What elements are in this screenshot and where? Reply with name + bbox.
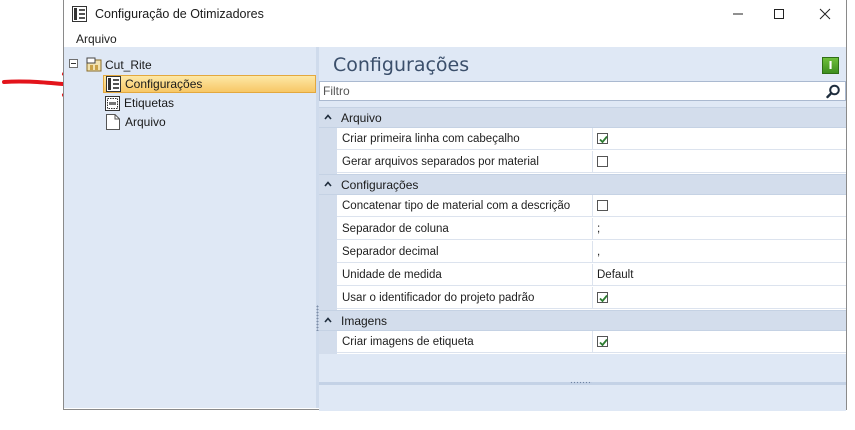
property-value[interactable]: ; bbox=[593, 218, 846, 240]
property-row[interactable]: Unidade de medida Default bbox=[319, 264, 846, 287]
property-value bbox=[593, 128, 846, 150]
property-value bbox=[593, 151, 846, 173]
property-value bbox=[593, 287, 846, 309]
close-button[interactable] bbox=[802, 0, 848, 28]
tree-item-etiquetas[interactable]: Etiquetas bbox=[105, 94, 174, 112]
property-group-label: Configurações bbox=[341, 178, 419, 192]
title-bar: Configuração de Otimizadores bbox=[64, 0, 846, 28]
chevron-up-icon[interactable] bbox=[324, 114, 332, 120]
menu-bar: Arquivo bbox=[64, 29, 846, 47]
checkbox-unchecked[interactable] bbox=[597, 156, 608, 167]
description-panel bbox=[319, 381, 846, 411]
property-name: Separador decimal bbox=[337, 241, 593, 263]
property-row[interactable]: Concatenar tipo de material com a descri… bbox=[319, 195, 846, 218]
checkmark-icon bbox=[599, 338, 608, 347]
properties-panel: Configurações I Arquivo Criar primeira li… bbox=[319, 47, 846, 411]
maximize-button[interactable] bbox=[756, 0, 802, 28]
property-value bbox=[593, 195, 846, 217]
property-name: Usar o identificador do projeto padrão bbox=[337, 287, 593, 309]
window-title: Configuração de Otimizadores bbox=[95, 7, 264, 21]
row-gutter bbox=[319, 287, 337, 310]
property-group-header[interactable]: Imagens bbox=[319, 310, 846, 331]
tree-item-arquivo[interactable]: Arquivo bbox=[106, 113, 166, 131]
app-window: Configuração de Otimizadores Arquivo Cut… bbox=[63, 0, 847, 411]
settings-doc-icon bbox=[106, 76, 121, 92]
property-value[interactable]: Default bbox=[593, 264, 846, 286]
filter-input[interactable] bbox=[323, 83, 813, 99]
cutrite-app-icon bbox=[86, 57, 102, 72]
description-splitter-grip[interactable] bbox=[570, 381, 592, 384]
row-gutter bbox=[319, 128, 337, 151]
tree-label-cut-rite: Cut_Rite bbox=[105, 58, 152, 72]
row-gutter bbox=[319, 241, 337, 264]
property-group-label: Arquivo bbox=[341, 111, 382, 125]
property-name: Gerar arquivos separados por material bbox=[337, 151, 593, 173]
checkmark-icon bbox=[599, 294, 608, 303]
checkbox-checked[interactable] bbox=[597, 292, 608, 303]
search-icon[interactable] bbox=[826, 84, 841, 99]
property-value bbox=[593, 331, 846, 353]
file-icon bbox=[106, 114, 120, 130]
property-name: Criar imagens de etiqueta bbox=[337, 331, 593, 353]
tree-panel: Cut_Rite Configurações Etiquetas Arquivo bbox=[64, 47, 317, 408]
page-title: Configurações bbox=[333, 54, 470, 76]
filter-box bbox=[319, 81, 846, 101]
property-row[interactable]: Gerar arquivos separados por material bbox=[319, 151, 846, 174]
tree-label-etiquetas: Etiquetas bbox=[124, 96, 175, 110]
checkmark-icon bbox=[599, 135, 608, 144]
maximize-icon bbox=[774, 9, 784, 19]
chevron-up-icon[interactable] bbox=[324, 181, 332, 187]
chevron-up-icon[interactable] bbox=[324, 317, 332, 323]
property-name: Concatenar tipo de material com a descri… bbox=[337, 195, 593, 217]
minimize-icon bbox=[733, 13, 743, 15]
row-gutter bbox=[319, 151, 337, 174]
property-value[interactable]: , bbox=[593, 241, 846, 263]
property-row[interactable]: Usar o identificador do projeto padrão bbox=[319, 287, 846, 310]
row-gutter bbox=[319, 331, 337, 354]
property-group-label: Imagens bbox=[341, 314, 388, 328]
info-button[interactable]: I bbox=[822, 57, 839, 74]
minimize-button[interactable] bbox=[715, 0, 761, 28]
property-group-header[interactable]: Arquivo bbox=[319, 107, 846, 128]
property-name: Criar primeira linha com cabeçalho bbox=[337, 128, 593, 150]
menu-arquivo[interactable]: Arquivo bbox=[76, 32, 117, 46]
property-row[interactable]: Criar imagens de etiqueta bbox=[319, 331, 846, 354]
row-gutter bbox=[319, 264, 337, 287]
app-settings-icon bbox=[72, 6, 87, 22]
tree-item-cut-rite[interactable]: Cut_Rite bbox=[86, 56, 152, 74]
checkbox-unchecked[interactable] bbox=[597, 200, 608, 211]
row-gutter bbox=[319, 218, 337, 241]
tree-collapse-toggle[interactable] bbox=[69, 59, 78, 68]
close-icon bbox=[819, 8, 831, 20]
property-name: Unidade de medida bbox=[337, 264, 593, 286]
property-grid: Arquivo Criar primeira linha com cabeçalh… bbox=[319, 107, 846, 354]
property-row[interactable]: Separador de coluna; bbox=[319, 218, 846, 241]
checkbox-checked[interactable] bbox=[597, 336, 608, 347]
tree-label-configuracoes: Configurações bbox=[125, 77, 203, 91]
label-icon bbox=[105, 95, 120, 111]
property-row[interactable]: Criar primeira linha com cabeçalho bbox=[319, 128, 846, 151]
property-row[interactable]: Separador decimal, bbox=[319, 241, 846, 264]
row-gutter bbox=[319, 195, 337, 218]
property-name: Separador de coluna bbox=[337, 218, 593, 240]
property-group-header[interactable]: Configurações bbox=[319, 174, 846, 195]
checkbox-checked[interactable] bbox=[597, 133, 608, 144]
tree-item-configuracoes[interactable]: Configurações bbox=[103, 75, 316, 93]
tree-label-arquivo: Arquivo bbox=[125, 115, 166, 129]
